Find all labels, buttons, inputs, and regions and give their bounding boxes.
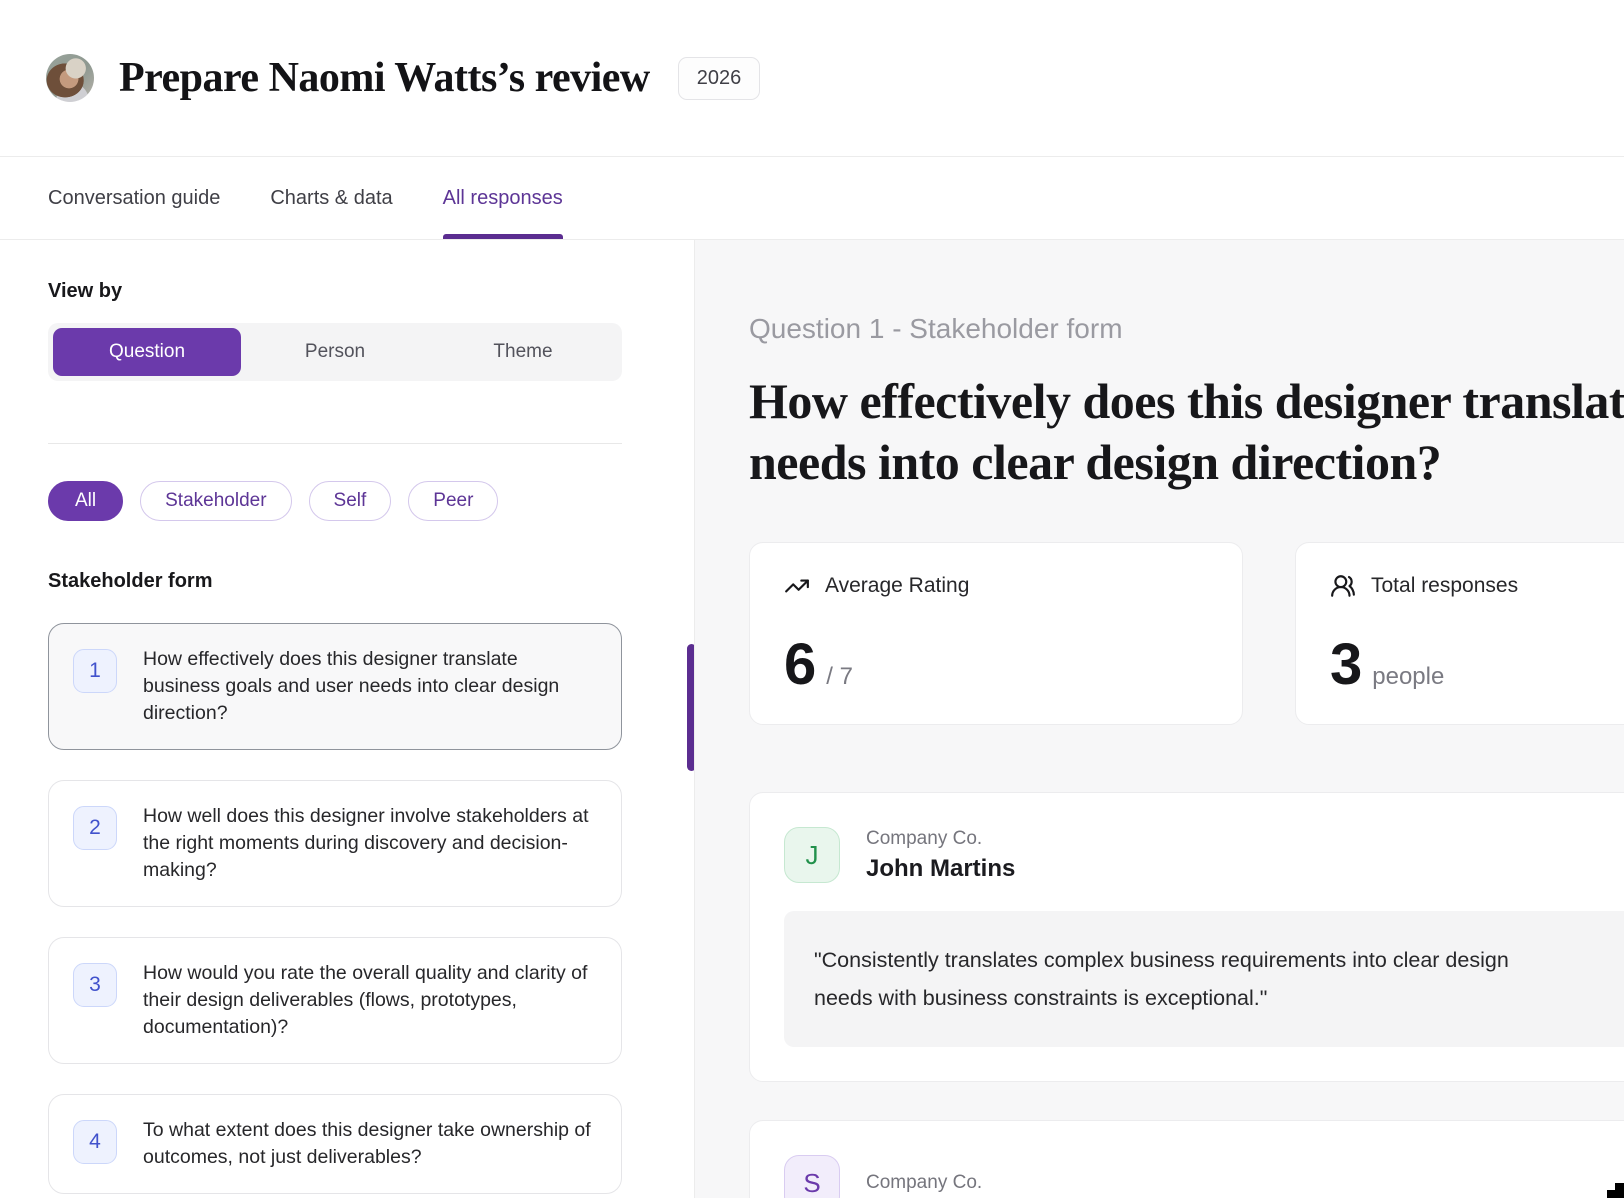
view-mode-person[interactable]: Person bbox=[241, 328, 429, 376]
stat-label: Average Rating bbox=[825, 574, 969, 598]
responses-list: J Company Co. John Martins "Consistently… bbox=[749, 792, 1624, 1198]
question-card-2[interactable]: 2 How well does this designer involve st… bbox=[48, 780, 622, 907]
question-text: How well does this designer involve stak… bbox=[143, 803, 597, 884]
question-heading-line1: How effectively does this designer trans… bbox=[749, 371, 1624, 432]
respondent-avatar: J bbox=[784, 827, 840, 883]
year-badge: 2026 bbox=[678, 57, 761, 100]
average-rating-value: 6 bbox=[784, 636, 816, 694]
response-card-2: S Company Co. bbox=[749, 1120, 1624, 1198]
question-text: To what extent does this designer take o… bbox=[143, 1117, 597, 1171]
view-mode-theme[interactable]: Theme bbox=[429, 328, 617, 376]
tab-bar: Conversation guide Charts & data All res… bbox=[0, 157, 1624, 240]
content-area: View by Question Person Theme All Stakeh… bbox=[0, 240, 1624, 1198]
respondent-avatar: S bbox=[784, 1155, 840, 1198]
review-page: Prepare Naomi Watts’s review 2026 Conver… bbox=[0, 0, 1624, 1198]
question-number-badge: 3 bbox=[73, 963, 117, 1007]
question-card-4[interactable]: 4 To what extent does this designer take… bbox=[48, 1094, 622, 1194]
question-text: How effectively does this designer trans… bbox=[143, 646, 597, 727]
sidebar-divider bbox=[48, 443, 622, 444]
users-icon bbox=[1330, 573, 1356, 599]
question-heading-line2: needs into clear design direction? bbox=[749, 432, 1624, 493]
question-number-badge: 1 bbox=[73, 649, 117, 693]
average-rating-card: Average Rating 6 / 7 bbox=[749, 542, 1243, 725]
sidebar: View by Question Person Theme All Stakeh… bbox=[0, 240, 694, 1198]
total-responses-card: Total responses 3 people bbox=[1295, 542, 1624, 725]
filter-all[interactable]: All bbox=[48, 481, 123, 521]
reviewee-avatar bbox=[46, 54, 94, 102]
average-rating-suffix: / 7 bbox=[826, 663, 853, 691]
stat-label: Total responses bbox=[1371, 574, 1518, 598]
stakeholder-form-label: Stakeholder form bbox=[48, 570, 622, 593]
respondent-company: Company Co. bbox=[866, 828, 1015, 850]
main-panel: Question 1 - Stakeholder form How effect… bbox=[694, 240, 1624, 1198]
filter-self[interactable]: Self bbox=[309, 481, 392, 521]
view-by-label: View by bbox=[48, 280, 622, 303]
response-card-john-martins: J Company Co. John Martins "Consistently… bbox=[749, 792, 1624, 1082]
question-number-badge: 2 bbox=[73, 806, 117, 850]
respondent-company: Company Co. bbox=[866, 1172, 982, 1194]
total-responses-value: 3 bbox=[1330, 636, 1362, 694]
question-text: How would you rate the overall quality a… bbox=[143, 960, 597, 1041]
view-mode-segmented-control: Question Person Theme bbox=[48, 323, 622, 381]
tab-all-responses[interactable]: All responses bbox=[443, 157, 563, 239]
question-card-3[interactable]: 3 How would you rate the overall quality… bbox=[48, 937, 622, 1064]
respondent-name: John Martins bbox=[866, 855, 1015, 883]
stats-row: Average Rating 6 / 7 Total res bbox=[749, 542, 1624, 725]
question-eyebrow: Question 1 - Stakeholder form bbox=[749, 313, 1624, 345]
response-quote: "Consistently translates complex busines… bbox=[784, 911, 1624, 1047]
total-responses-suffix: people bbox=[1372, 663, 1444, 691]
view-mode-question[interactable]: Question bbox=[53, 328, 241, 376]
filter-stakeholder[interactable]: Stakeholder bbox=[140, 481, 291, 521]
question-card-1[interactable]: 1 How effectively does this designer tra… bbox=[48, 623, 622, 750]
tab-conversation-guide[interactable]: Conversation guide bbox=[48, 157, 220, 239]
question-number-badge: 4 bbox=[73, 1120, 117, 1164]
filter-peer[interactable]: Peer bbox=[408, 481, 498, 521]
page-header: Prepare Naomi Watts’s review 2026 bbox=[0, 0, 1624, 157]
page-title: Prepare Naomi Watts’s review bbox=[119, 54, 650, 102]
filter-pills: All Stakeholder Self Peer bbox=[48, 481, 622, 521]
tab-charts-data[interactable]: Charts & data bbox=[270, 157, 392, 239]
trending-up-icon bbox=[784, 573, 810, 599]
